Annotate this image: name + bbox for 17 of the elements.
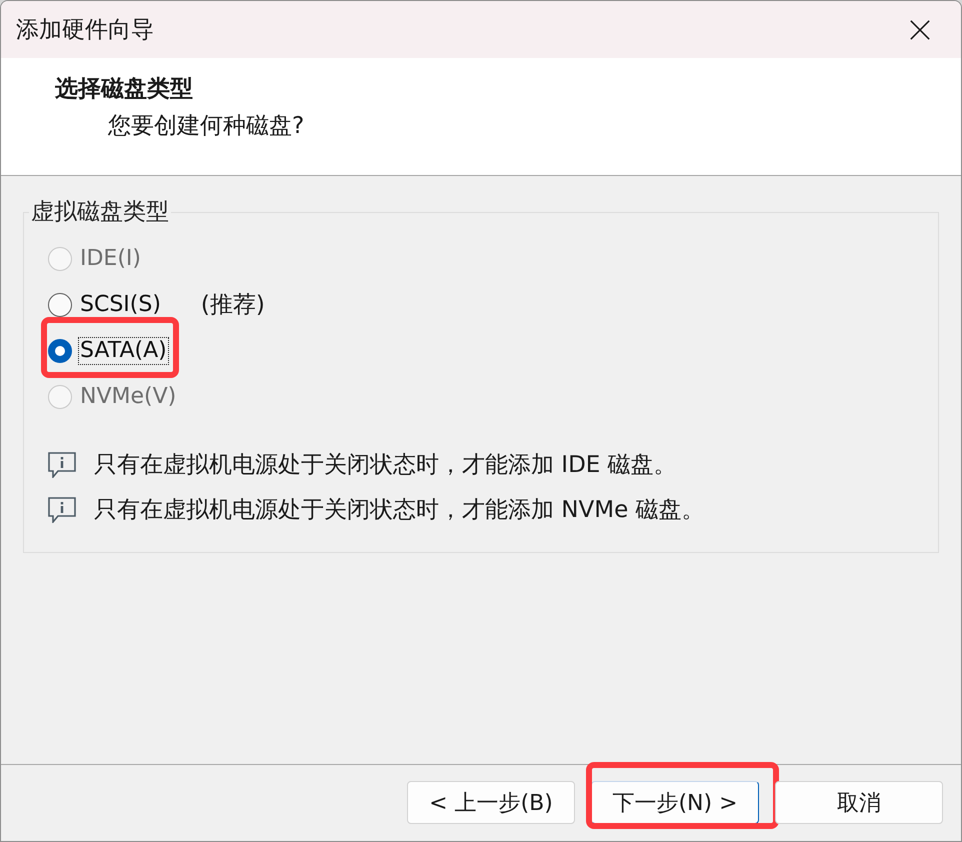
info-text: 只有在虚拟机电源处于关闭状态时，才能添加 IDE 磁盘。 <box>94 450 677 478</box>
info-icon <box>48 496 76 522</box>
info-text: 只有在虚拟机电源处于关闭状态时，才能添加 NVMe 磁盘。 <box>94 496 705 524</box>
back-button[interactable]: < 上一步(B) <box>407 781 575 824</box>
close-icon <box>909 18 931 40</box>
cancel-button[interactable]: 取消 <box>775 781 943 824</box>
info-icon <box>48 452 76 478</box>
page-subtitle: 您要创建何种磁盘? <box>108 112 304 141</box>
recommended-note: (推荐) <box>200 291 265 319</box>
next-button[interactable]: 下一步(N) > <box>591 781 759 824</box>
option-label[interactable]: SCSI(S) <box>78 291 163 319</box>
radio-button[interactable] <box>48 293 72 317</box>
page-heading: 选择磁盘类型 <box>55 75 193 104</box>
window-title: 添加硬件向导 <box>16 16 154 44</box>
option-label[interactable]: SATA(A) <box>78 337 169 365</box>
radio-button[interactable] <box>48 339 72 363</box>
group-label: 虚拟磁盘类型 <box>30 198 170 226</box>
